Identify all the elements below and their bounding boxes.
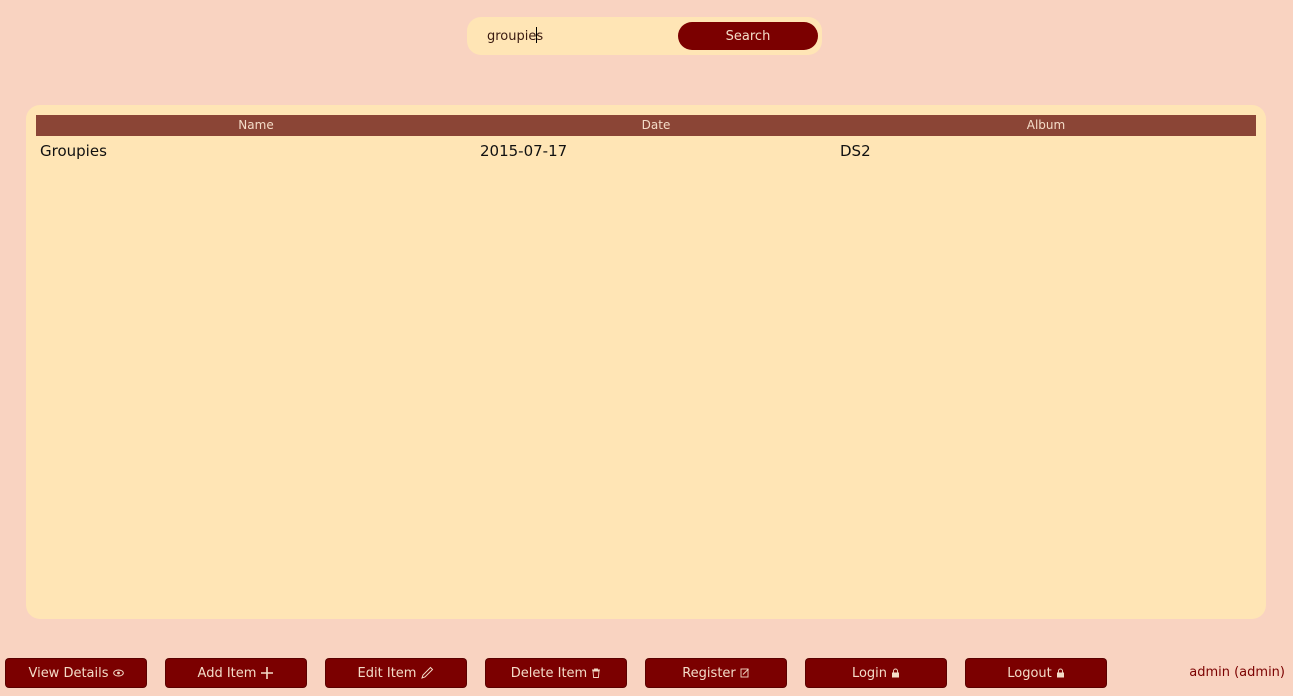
- search-input[interactable]: [487, 26, 672, 46]
- register-icon: [740, 668, 750, 678]
- column-header-name[interactable]: Name: [238, 118, 273, 132]
- edit-item-button[interactable]: Edit Item: [326, 659, 466, 687]
- cell-name: Groupies: [40, 142, 107, 160]
- current-user-label: admin (admin): [1189, 665, 1285, 680]
- plus-icon: [260, 666, 274, 680]
- add-item-label: Add Item: [197, 665, 257, 681]
- edit-item-label: Edit Item: [357, 665, 417, 681]
- add-item-button[interactable]: Add Item: [166, 659, 306, 687]
- table-header: Name Date Album: [36, 115, 1256, 136]
- search-button[interactable]: Search: [678, 22, 818, 50]
- cell-album: DS2: [840, 142, 871, 160]
- table-row[interactable]: Groupies 2015-07-17 DS2: [36, 140, 1256, 162]
- trash-icon: [591, 668, 601, 678]
- lock-icon: [891, 668, 900, 678]
- view-details-button[interactable]: View Details: [6, 659, 146, 687]
- column-header-date[interactable]: Date: [642, 118, 671, 132]
- cell-date: 2015-07-17: [480, 142, 568, 160]
- view-details-label: View Details: [28, 665, 109, 681]
- pencil-icon: [420, 666, 434, 680]
- logout-label: Logout: [1007, 665, 1052, 681]
- column-header-album[interactable]: Album: [1027, 118, 1065, 132]
- register-button[interactable]: Register: [646, 659, 786, 687]
- delete-item-button[interactable]: Delete Item: [486, 659, 626, 687]
- search-bar: Search: [467, 17, 822, 55]
- delete-item-label: Delete Item: [510, 665, 588, 681]
- logout-button[interactable]: Logout: [966, 659, 1106, 687]
- eye-icon: [112, 669, 124, 677]
- login-button[interactable]: Login: [806, 659, 946, 687]
- register-label: Register: [682, 665, 736, 681]
- login-label: Login: [851, 665, 888, 681]
- results-panel: Name Date Album Groupies 2015-07-17 DS2: [26, 105, 1266, 619]
- lock-icon: [1056, 668, 1065, 678]
- text-caret: [536, 27, 537, 43]
